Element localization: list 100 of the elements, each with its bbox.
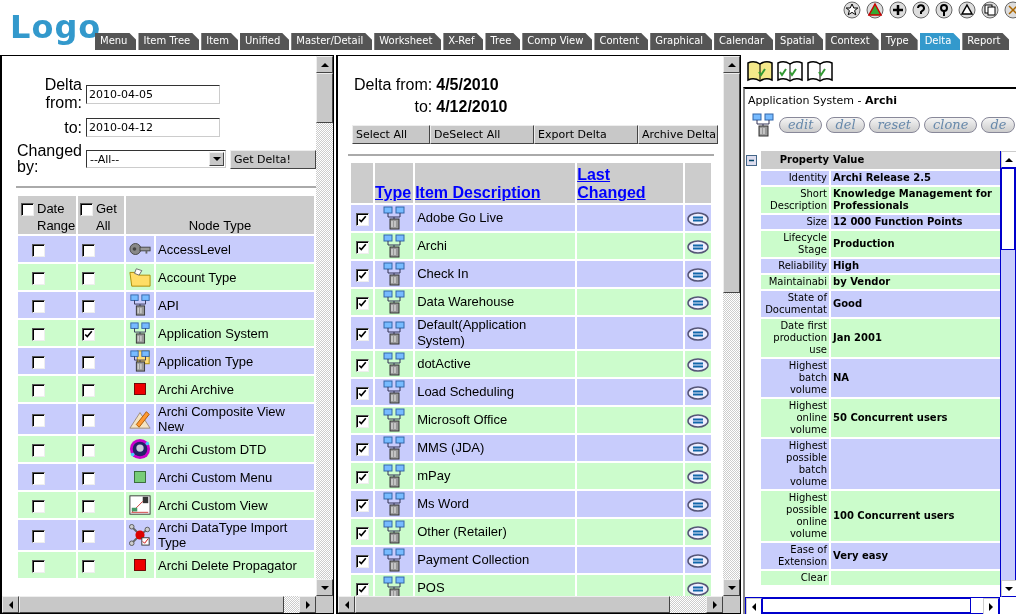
checkbox[interactable] (355, 583, 369, 596)
tab[interactable]: Type (880, 33, 918, 50)
checkbox[interactable] (32, 443, 45, 457)
checkbox[interactable] (82, 443, 95, 457)
details-icon[interactable] (687, 497, 710, 512)
checkbox[interactable] (32, 559, 45, 573)
checkbox[interactable] (82, 413, 95, 427)
toolbar-button[interactable]: Archive Delta (638, 125, 718, 144)
sort-link[interactable]: Item Description (415, 184, 541, 202)
checkbox[interactable] (32, 471, 45, 485)
horizontal-scrollbar[interactable] (338, 596, 723, 613)
vertical-scrollbar[interactable] (316, 56, 333, 596)
details-icon[interactable] (687, 385, 710, 400)
dropdown[interactable]: --All-- (86, 150, 226, 168)
details-icon[interactable] (687, 326, 710, 341)
checkbox[interactable] (355, 443, 369, 457)
tab[interactable]: Unified (240, 33, 290, 50)
plus-icon[interactable] (889, 1, 907, 19)
checkbox[interactable] (355, 297, 369, 311)
date-field[interactable]: 2010-04-12 (86, 118, 220, 137)
details-icon[interactable] (687, 553, 710, 568)
checkbox[interactable] (355, 555, 369, 569)
checkbox[interactable] (32, 355, 45, 369)
checkbox[interactable] (82, 383, 95, 397)
help-icon[interactable] (912, 1, 930, 19)
checkbox[interactable] (32, 413, 45, 427)
checkbox[interactable] (21, 203, 34, 216)
tab[interactable]: Content (594, 33, 649, 50)
book-icon[interactable] (807, 60, 833, 82)
checkbox[interactable] (32, 299, 45, 313)
checkbox[interactable] (355, 213, 369, 227)
tab[interactable]: Spatial (775, 33, 824, 50)
star-icon[interactable] (843, 1, 861, 19)
checkbox[interactable] (355, 241, 369, 255)
book-icon[interactable] (747, 60, 773, 82)
get-delta-button[interactable]: Get Delta! (230, 149, 316, 169)
checkbox[interactable] (82, 499, 95, 513)
toolbar-button[interactable]: DeSelect All (430, 125, 534, 144)
tab[interactable]: Graphical (650, 33, 713, 50)
tab[interactable]: Report (962, 33, 1010, 50)
checkbox[interactable] (80, 203, 93, 216)
toolbar-button[interactable]: Export Delta (534, 125, 638, 144)
collapse-icon[interactable] (746, 154, 757, 166)
horizontal-scrollbar[interactable] (2, 596, 316, 613)
checkbox[interactable] (32, 499, 45, 513)
vertical-scrollbar[interactable] (1000, 151, 1016, 597)
checkbox[interactable] (32, 243, 45, 257)
details-icon[interactable] (687, 469, 710, 484)
triangle-icon[interactable] (866, 1, 884, 19)
toolbar-button[interactable]: Select All (352, 125, 430, 144)
tab[interactable]: Item (201, 33, 238, 50)
checkbox[interactable] (32, 529, 45, 543)
checkbox[interactable] (82, 327, 95, 341)
details-icon[interactable] (687, 357, 710, 372)
table-cell: Good (831, 291, 1000, 317)
vertical-scrollbar[interactable] (723, 56, 740, 596)
details-icon[interactable] (687, 441, 710, 456)
tab[interactable]: Menu (95, 33, 137, 50)
tab[interactable]: Tree (485, 33, 521, 50)
date-field[interactable]: 2010-04-05 (86, 84, 220, 104)
tab[interactable]: Calendar (714, 33, 774, 50)
checkbox[interactable] (355, 328, 369, 342)
details-icon[interactable] (687, 267, 710, 282)
tab[interactable]: Item Tree (138, 33, 200, 50)
tab[interactable]: Context (825, 33, 879, 50)
checkbox[interactable] (82, 471, 95, 485)
details-icon[interactable] (687, 413, 710, 428)
checkbox[interactable] (355, 471, 369, 485)
field-label: Changed by: (16, 143, 83, 175)
sort-link[interactable]: Type (375, 184, 412, 202)
tab[interactable]: Master/Detail (291, 33, 373, 50)
horizontal-scrollbar[interactable] (745, 597, 1000, 614)
checkbox[interactable] (82, 299, 95, 313)
checkbox[interactable] (355, 499, 369, 513)
details-icon[interactable] (687, 211, 710, 226)
checkbox[interactable] (82, 271, 95, 285)
checkbox[interactable] (355, 269, 369, 283)
book-icon[interactable] (777, 60, 803, 82)
checkbox[interactable] (82, 355, 95, 369)
tab[interactable]: Comp View (522, 33, 593, 50)
warning-icon[interactable] (958, 1, 976, 19)
key-icon[interactable] (935, 1, 953, 19)
details-icon[interactable] (687, 525, 710, 540)
checkbox[interactable] (32, 271, 45, 285)
checkbox[interactable] (355, 359, 369, 373)
checkbox[interactable] (32, 383, 45, 397)
checkbox[interactable] (82, 529, 95, 543)
checkbox[interactable] (355, 415, 369, 429)
checkbox[interactable] (355, 387, 369, 401)
details-icon[interactable] (687, 581, 710, 596)
checkbox[interactable] (355, 527, 369, 541)
sort-link[interactable]: Last Changed (577, 166, 682, 202)
details-icon[interactable] (687, 239, 710, 254)
windows-icon[interactable] (981, 1, 999, 19)
tab[interactable]: X-Ref (443, 33, 484, 50)
checkbox[interactable] (32, 327, 45, 341)
checkbox[interactable] (82, 559, 95, 573)
details-icon[interactable] (687, 295, 710, 310)
checkbox[interactable] (82, 243, 95, 257)
tab[interactable]: Worksheet (374, 33, 442, 50)
